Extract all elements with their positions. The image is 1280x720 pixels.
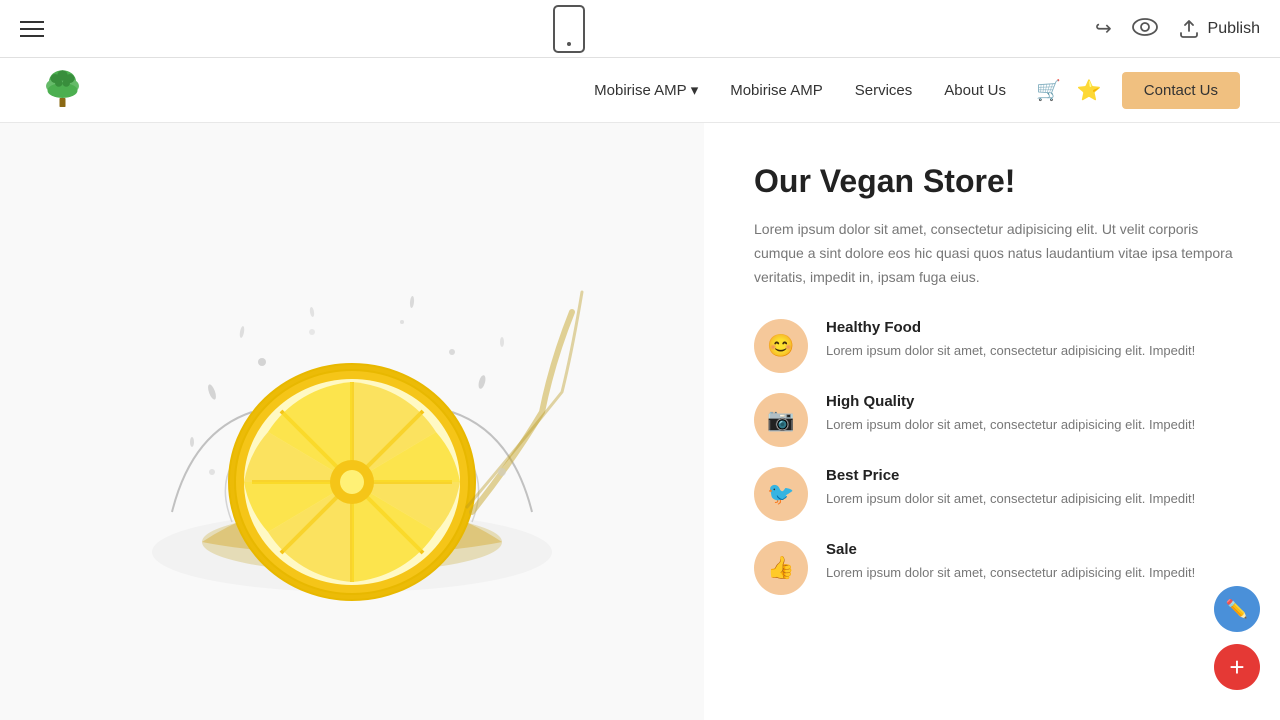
toolbar-center [553,5,585,53]
publish-label: Publish [1208,20,1260,38]
toolbar-left [20,21,44,37]
store-title: Our Vegan Store! [754,163,1240,200]
healthy-food-icon: 😊 [754,319,808,373]
contact-us-button[interactable]: Contact Us [1122,72,1240,109]
publish-button[interactable]: Publish [1178,20,1260,38]
nav-mobirise-amp-1[interactable]: Mobirise AMP ▾ [594,81,698,99]
nav-about-us[interactable]: About Us [944,82,1006,99]
lemon-illustration [112,212,592,632]
cart-icon[interactable]: 🛒 [1036,78,1061,103]
feature-best-price: 🐦 Best Price Lorem ipsum dolor sit amet,… [754,467,1240,521]
nav-services[interactable]: Services [855,82,913,99]
feature-high-quality: 📷 High Quality Lorem ipsum dolor sit ame… [754,393,1240,447]
preview-icon[interactable] [1132,16,1158,42]
nav-links: Mobirise AMP ▾ Mobirise AMP Services Abo… [594,81,1006,99]
best-price-icon: 🐦 [754,467,808,521]
store-description: Lorem ipsum dolor sit amet, consectetur … [754,218,1240,289]
high-quality-text: High Quality Lorem ipsum dolor sit amet,… [826,393,1195,435]
toolbar: ↩ Publish [0,0,1280,58]
mobile-preview-icon[interactable] [553,5,585,53]
feature-list: 😊 Healthy Food Lorem ipsum dolor sit ame… [754,319,1240,595]
dropdown-arrow-icon: ▾ [691,81,699,99]
main-content: Our Vegan Store! Lorem ipsum dolor sit a… [0,123,1280,720]
fab-edit-button[interactable]: ✏️ [1214,586,1260,632]
hero-image-panel [0,123,704,720]
undo-icon[interactable]: ↩ [1095,16,1112,41]
toolbar-right: ↩ Publish [1095,16,1260,42]
nav-mobirise-amp-2[interactable]: Mobirise AMP [730,82,823,99]
fab-container: ✏️ + [1214,586,1260,690]
best-price-text: Best Price Lorem ipsum dolor sit amet, c… [826,467,1195,509]
hamburger-icon[interactable] [20,21,44,37]
nav-icons: 🛒 ⭐ [1036,78,1102,103]
healthy-food-text: Healthy Food Lorem ipsum dolor sit amet,… [826,319,1195,361]
high-quality-icon: 📷 [754,393,808,447]
sale-text: Sale Lorem ipsum dolor sit amet, consect… [826,541,1195,583]
feature-healthy-food: 😊 Healthy Food Lorem ipsum dolor sit ame… [754,319,1240,373]
logo[interactable] [40,68,85,113]
navbar: Mobirise AMP ▾ Mobirise AMP Services Abo… [0,58,1280,123]
sale-icon: 👍 [754,541,808,595]
hero-info-panel: Our Vegan Store! Lorem ipsum dolor sit a… [704,123,1280,720]
star-icon[interactable]: ⭐ [1077,78,1102,103]
feature-sale: 👍 Sale Lorem ipsum dolor sit amet, conse… [754,541,1240,595]
fab-add-button[interactable]: + [1214,644,1260,690]
